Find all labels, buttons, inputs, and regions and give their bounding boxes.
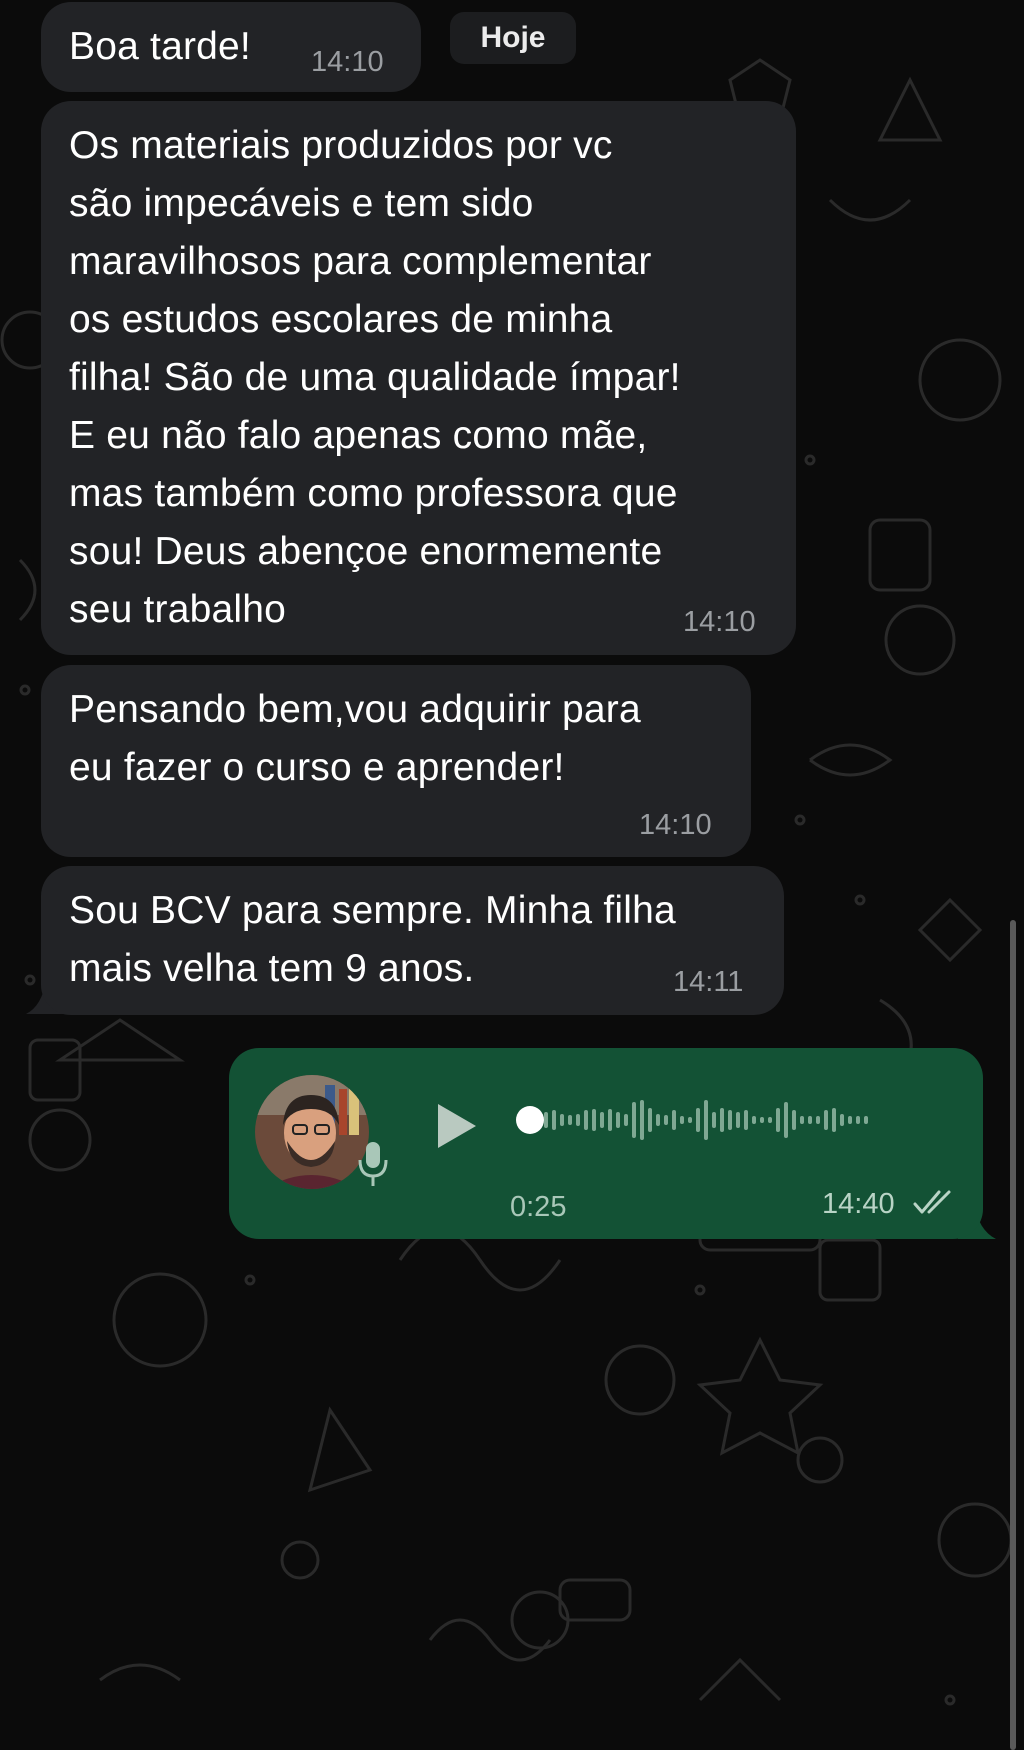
incoming-message[interactable]: Os materiais produzidos por vc são impec… <box>41 101 796 655</box>
message-time: 14:10 <box>683 606 756 638</box>
message-text: Os materiais produzidos por vc são impec… <box>69 124 681 631</box>
incoming-message[interactable]: Boa tarde! 14:10 <box>41 2 421 92</box>
incoming-message[interactable]: Pensando bem,vou adquirir para eu fazer … <box>41 665 751 857</box>
waveform[interactable] <box>516 1098 946 1142</box>
voice-duration: 0:25 <box>510 1191 567 1223</box>
message-time: 14:40 <box>822 1188 895 1220</box>
avatar[interactable] <box>255 1075 369 1189</box>
scrollbar[interactable] <box>1010 920 1016 1750</box>
voice-message[interactable]: 0:25 14:40 <box>229 1048 983 1239</box>
message-time: 14:11 <box>673 966 744 998</box>
microphone-icon <box>358 1142 388 1186</box>
message-time: 14:10 <box>311 46 384 78</box>
message-time: 14:10 <box>639 809 712 841</box>
message-text: Boa tarde! <box>69 25 251 68</box>
play-icon[interactable] <box>434 1101 480 1151</box>
playback-thumb <box>516 1106 544 1134</box>
message-text: Pensando bem,vou adquirir para eu fazer … <box>69 688 641 789</box>
double-check-icon <box>913 1190 951 1214</box>
date-separator: Hoje <box>450 12 576 64</box>
message-text: Sou BCV para sempre. Minha filha mais ve… <box>69 889 676 990</box>
incoming-message[interactable]: Sou BCV para sempre. Minha filha mais ve… <box>41 866 784 1015</box>
